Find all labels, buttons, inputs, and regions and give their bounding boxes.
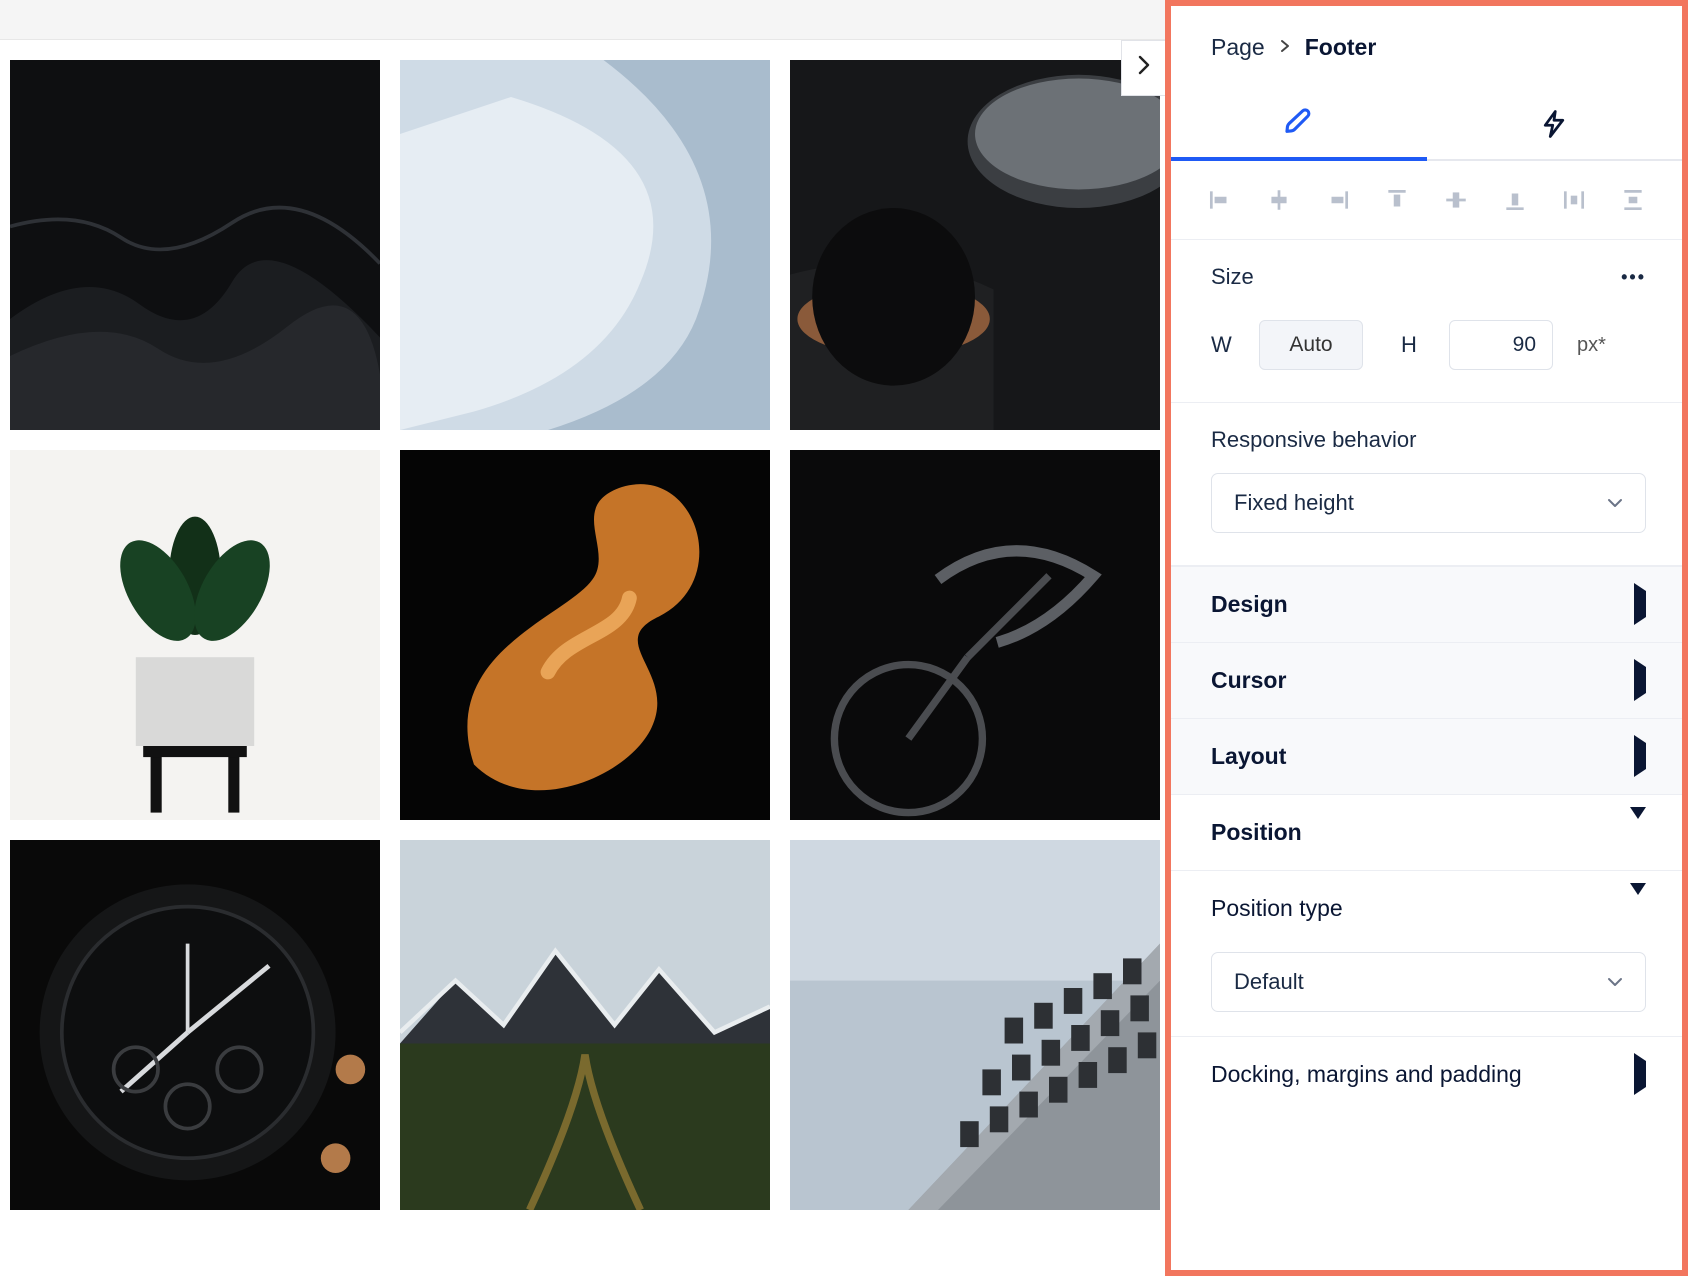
distribute-h-button[interactable] bbox=[1557, 183, 1591, 217]
grid-tile[interactable] bbox=[10, 840, 380, 1210]
grid-tile[interactable] bbox=[790, 450, 1160, 820]
chevron-right-icon bbox=[1279, 36, 1291, 59]
triangle-right-icon bbox=[1634, 1061, 1646, 1088]
position-type-select[interactable]: Default bbox=[1211, 952, 1646, 1012]
triangle-down-icon bbox=[1630, 895, 1646, 922]
grid-tile[interactable] bbox=[10, 60, 380, 430]
height-unit[interactable]: px* bbox=[1577, 334, 1606, 357]
grid-tile[interactable] bbox=[10, 450, 380, 820]
breadcrumb-current: Footer bbox=[1305, 34, 1377, 61]
brush-icon bbox=[1282, 106, 1316, 140]
tab-design[interactable] bbox=[1171, 89, 1427, 161]
inspector-panel: Page Footer bbox=[1165, 0, 1688, 1276]
size-more-button[interactable]: ••• bbox=[1621, 267, 1646, 288]
align-middle-v-button[interactable] bbox=[1439, 183, 1473, 217]
section-responsive: Responsive behavior Fixed height bbox=[1171, 403, 1682, 566]
chevron-down-icon bbox=[1607, 972, 1623, 993]
responsive-value: Fixed height bbox=[1234, 490, 1354, 516]
lightning-icon bbox=[1539, 107, 1569, 141]
editor-topbar bbox=[0, 0, 1165, 40]
grid-tile[interactable] bbox=[790, 60, 1160, 430]
width-input[interactable]: Auto bbox=[1259, 320, 1363, 370]
chevron-right-icon bbox=[1136, 55, 1152, 81]
chevron-down-icon bbox=[1607, 493, 1623, 514]
panel-tabs bbox=[1171, 89, 1682, 161]
canvas[interactable] bbox=[0, 0, 1165, 1276]
responsive-select[interactable]: Fixed height bbox=[1211, 473, 1646, 533]
breadcrumb: Page Footer bbox=[1171, 6, 1682, 89]
section-cursor[interactable]: Cursor bbox=[1171, 642, 1682, 718]
size-title: Size bbox=[1211, 264, 1254, 290]
section-design[interactable]: Design bbox=[1171, 566, 1682, 642]
image-grid bbox=[0, 40, 1165, 1220]
align-bottom-button[interactable] bbox=[1498, 183, 1532, 217]
position-type-value: Default bbox=[1234, 969, 1304, 995]
responsive-title: Responsive behavior bbox=[1211, 427, 1646, 453]
grid-tile[interactable] bbox=[400, 60, 770, 430]
grid-tile[interactable] bbox=[400, 450, 770, 820]
align-left-button[interactable] bbox=[1203, 183, 1237, 217]
section-position-type[interactable]: Position type bbox=[1171, 870, 1682, 946]
breadcrumb-parent[interactable]: Page bbox=[1211, 34, 1265, 61]
triangle-right-icon bbox=[1634, 743, 1646, 770]
grid-tile[interactable] bbox=[790, 840, 1160, 1210]
width-label: W bbox=[1211, 332, 1241, 358]
align-center-h-button[interactable] bbox=[1262, 183, 1296, 217]
section-layout[interactable]: Layout bbox=[1171, 718, 1682, 794]
section-size: Size ••• W Auto H 90 px* bbox=[1171, 240, 1682, 403]
tab-interactions[interactable] bbox=[1427, 89, 1683, 159]
alignment-toolbar bbox=[1171, 161, 1682, 240]
panel-collapse-toggle[interactable] bbox=[1121, 40, 1165, 96]
section-position[interactable]: Position bbox=[1171, 794, 1682, 870]
triangle-right-icon bbox=[1634, 667, 1646, 694]
grid-tile[interactable] bbox=[400, 840, 770, 1210]
align-top-button[interactable] bbox=[1380, 183, 1414, 217]
triangle-right-icon bbox=[1634, 591, 1646, 618]
section-docking[interactable]: Docking, margins and padding bbox=[1171, 1036, 1682, 1112]
distribute-v-button[interactable] bbox=[1616, 183, 1650, 217]
height-label: H bbox=[1401, 332, 1431, 358]
triangle-down-icon bbox=[1630, 819, 1646, 846]
align-right-button[interactable] bbox=[1321, 183, 1355, 217]
height-input[interactable]: 90 bbox=[1449, 320, 1553, 370]
